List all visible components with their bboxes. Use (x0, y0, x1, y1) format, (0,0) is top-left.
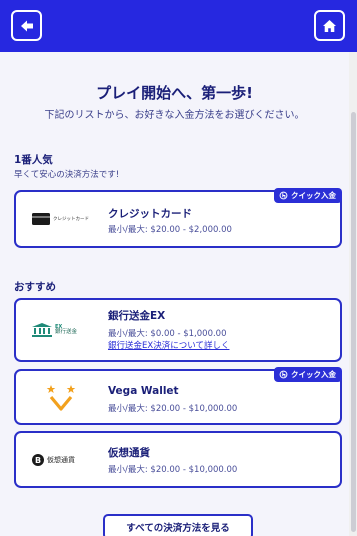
hand-tap-icon (279, 191, 288, 200)
method-limits: 最小/最大: $0.00 - $1,000.00 (108, 329, 227, 339)
method-name: 仮想通貨 (108, 447, 150, 459)
bank-transfer-ex-logo: EX 銀行送金 (32, 318, 106, 342)
crypto-logo: B 仮想通貨 (32, 448, 106, 472)
method-name: Vega Wallet (108, 385, 179, 397)
quick-deposit-badge: クイック入金 (274, 367, 342, 382)
badge-label: クイック入金 (291, 370, 336, 379)
payment-card-crypto[interactable]: B 仮想通貨 仮想通貨 最小/最大: $20.00 - $10,000.00 (14, 431, 342, 488)
payment-card-bank-transfer-ex[interactable]: EX 銀行送金 銀行送金EX 最小/最大: $0.00 - $1,000.00 … (14, 298, 342, 362)
credit-card-logo: クレジットカード (32, 207, 106, 231)
bitcoin-icon: B (32, 453, 44, 466)
payment-card-vega-wallet[interactable]: クイック入金 Vega Wallet 最小/最大: $20.00 - $10,0… (14, 367, 342, 425)
page-subtitle: 下記のリストから、お好きな入金方法をお選びください。 (44, 110, 305, 121)
payment-card-credit-card[interactable]: クイック入金 クレジットカード クレジットカード 最小/最大: $20.00 -… (14, 188, 342, 248)
section-title-recommended: おすすめ (14, 281, 56, 293)
svg-text:B: B (35, 455, 41, 464)
section-subtitle-popular: 早くて安心の決済方法です! (14, 170, 120, 180)
top-bar (0, 0, 357, 52)
quick-deposit-badge: クイック入金 (274, 188, 342, 203)
back-button[interactable] (11, 10, 42, 41)
bank-icon (32, 323, 52, 337)
badge-label: クイック入金 (291, 191, 336, 200)
section-title-popular: 1番人気 (14, 154, 53, 166)
bank-logo-text: 銀行送金 (55, 328, 78, 335)
view-all-methods-button[interactable]: すべての決済方法を見る (103, 514, 253, 536)
method-limits: 最小/最大: $20.00 - $10,000.00 (108, 465, 238, 475)
home-icon (323, 19, 336, 32)
method-limits: 最小/最大: $20.00 - $10,000.00 (108, 404, 238, 414)
method-name: クレジットカード (108, 208, 192, 220)
back-arrow-icon (20, 20, 33, 31)
credit-card-icon (32, 213, 50, 225)
credit-card-logo-text: クレジットカード (53, 217, 89, 222)
scrollbar[interactable] (349, 52, 357, 536)
crypto-logo-text: 仮想通貨 (47, 455, 75, 464)
page-title: プレイ開始へ、第一歩! (96, 84, 253, 102)
method-limits: 最小/最大: $20.00 - $2,000.00 (108, 225, 232, 235)
home-button[interactable] (314, 10, 345, 41)
hand-tap-icon (279, 370, 288, 379)
bank-ex-details-link[interactable]: 銀行送金EX決済について詳しく (108, 339, 229, 351)
vega-wallet-icon (46, 385, 76, 411)
method-name: 銀行送金EX (108, 310, 166, 322)
scrollbar-thumb[interactable] (351, 112, 356, 532)
